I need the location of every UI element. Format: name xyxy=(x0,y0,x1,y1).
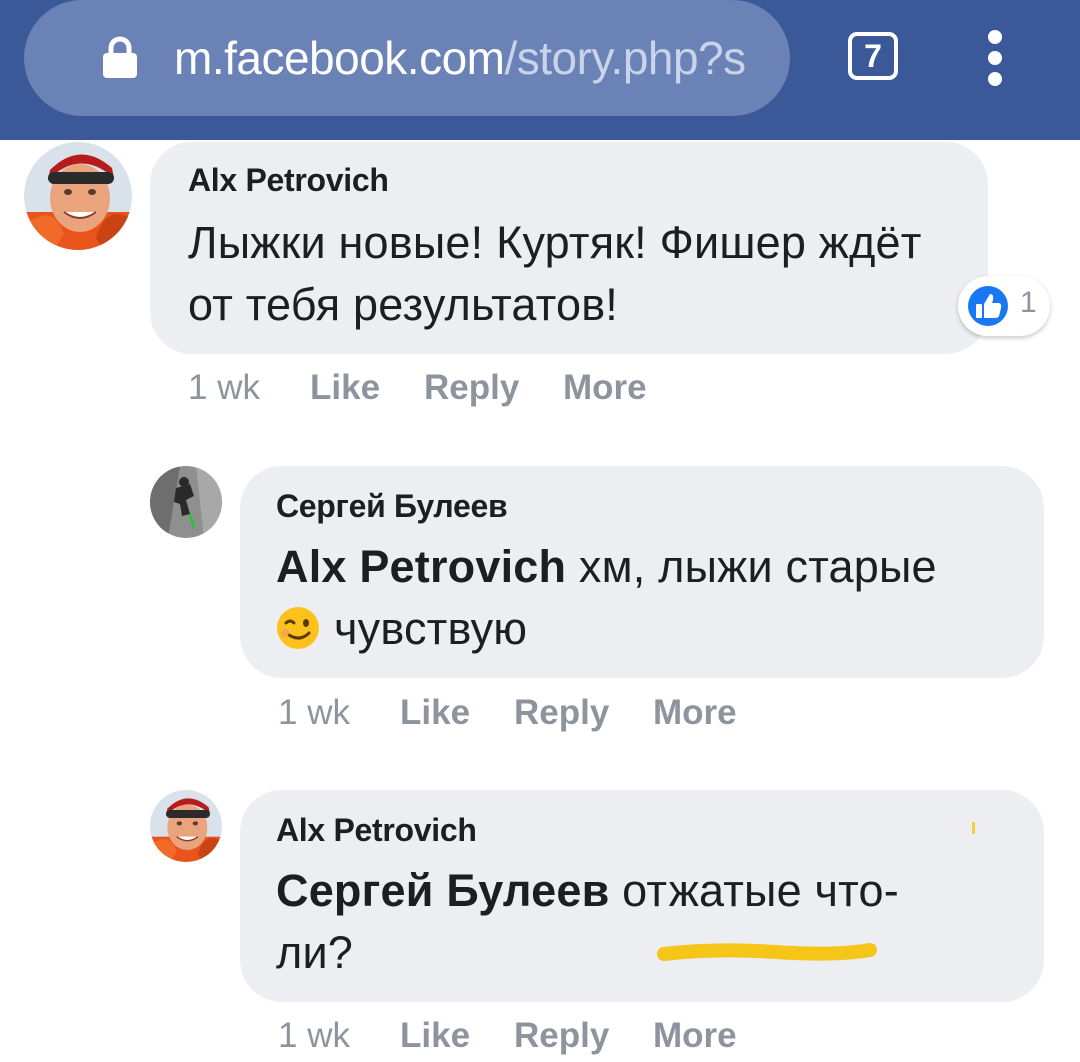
like-button[interactable]: Like xyxy=(310,368,380,408)
comment-text: Лыжки новые! Куртяк! Фишер ждёт от тебя … xyxy=(188,217,922,330)
comment-actions: 1 wk Like Reply More xyxy=(188,368,788,412)
comment-text: Сергей Булеев отжатые что- ли? xyxy=(276,860,1016,984)
like-button[interactable]: Like xyxy=(400,693,470,733)
lock-icon xyxy=(103,36,137,78)
avatar[interactable] xyxy=(150,466,222,538)
reply-button[interactable]: Reply xyxy=(514,1016,609,1056)
reaction-summary[interactable]: 1 xyxy=(958,276,1050,336)
vertical-dots-icon[interactable] xyxy=(980,30,1012,86)
comment-actions: 1 wk Like Reply More xyxy=(278,1016,878,1060)
comment-bubble: Alx Petrovich Сергей Булеев отжатые что-… xyxy=(240,790,1044,1002)
mention-link[interactable]: Alx Petrovich xyxy=(276,541,566,592)
comment-text-part: чувствую xyxy=(334,603,528,654)
avatar[interactable] xyxy=(24,142,132,250)
comment-author[interactable]: Alx Petrovich xyxy=(276,812,477,849)
comment-time[interactable]: 1 wk xyxy=(278,693,350,733)
browser-toolbar: m.facebook.com/story.php?s 7 xyxy=(0,0,1080,140)
tab-switcher-button[interactable]: 7 xyxy=(848,32,898,80)
reaction-count: 1 xyxy=(1020,286,1037,319)
reply-button[interactable]: Reply xyxy=(514,693,609,733)
yellow-highlight-stroke xyxy=(657,943,877,961)
like-button[interactable]: Like xyxy=(400,1016,470,1056)
winking-face-icon xyxy=(277,607,319,649)
comment-text-part: хм, лыжи старые xyxy=(578,541,937,592)
more-button[interactable]: More xyxy=(563,368,647,408)
comment-bubble: Alx Petrovich Лыжки новые! Куртяк! Фишер… xyxy=(150,142,988,354)
thumbs-up-icon xyxy=(965,283,1011,329)
avatar[interactable] xyxy=(150,790,222,862)
more-button[interactable]: More xyxy=(653,693,737,733)
comment-author[interactable]: Alx Petrovich xyxy=(188,162,389,199)
comment-text-part: отжатые что- xyxy=(622,865,899,916)
mention-link[interactable]: Сергей Булеев xyxy=(276,865,609,916)
url-text[interactable]: m.facebook.com/story.php?s xyxy=(174,28,786,88)
url-path: /story.php?s xyxy=(504,32,746,84)
comment-actions: 1 wk Like Reply More xyxy=(278,693,878,737)
comment-time[interactable]: 1 wk xyxy=(278,1016,350,1056)
comment-author[interactable]: Сергей Булеев xyxy=(276,488,508,525)
address-bar[interactable]: m.facebook.com/story.php?s xyxy=(24,0,790,116)
highlight-mark xyxy=(972,822,975,834)
comment-text: Alx Petrovich хм, лыжи старые чувствую xyxy=(276,536,1016,660)
url-domain: m.facebook.com xyxy=(174,32,505,84)
comment-text-part: ли? xyxy=(276,927,354,978)
more-button[interactable]: More xyxy=(653,1016,737,1056)
comment-bubble: Сергей Булеев Alx Petrovich хм, лыжи ста… xyxy=(240,466,1044,678)
comment-time[interactable]: 1 wk xyxy=(188,368,260,408)
reply-button[interactable]: Reply xyxy=(424,368,519,408)
